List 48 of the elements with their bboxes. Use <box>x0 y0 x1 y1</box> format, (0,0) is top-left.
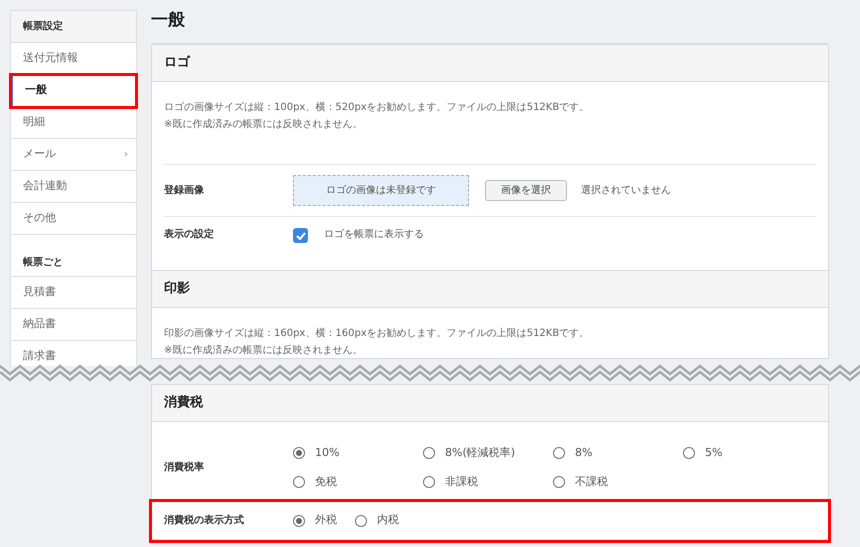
radio-label: 非課税 <box>445 474 478 490</box>
field-label: 登録画像 <box>164 184 205 198</box>
radio-label: 10% <box>315 445 340 461</box>
sidebar-item[interactable]: 納品書 <box>11 309 136 341</box>
description-text: ロゴの画像サイズは縦：100px、横：520pxをお勧めします。ファイルの上限は512KBです。 <box>164 100 590 115</box>
radio-button[interactable] <box>423 476 435 488</box>
radio-label: 外税 <box>315 512 337 528</box>
description-text: ※既に作成済みの帳票には反映されません。 <box>164 344 364 358</box>
sidebar-item[interactable]: 明細 <box>11 107 136 139</box>
checkmark-icon <box>296 232 306 240</box>
radio-button[interactable] <box>553 447 565 460</box>
radio-label: 8% <box>575 445 592 461</box>
page-title: 一般 <box>151 9 186 31</box>
section-header: ロゴ <box>152 44 828 82</box>
field-label: 表示の設定 <box>164 228 215 242</box>
section-header: 印影 <box>152 270 828 308</box>
sidebar-item[interactable]: その他 <box>11 203 136 235</box>
sidebar-item[interactable]: 一般 <box>11 75 136 107</box>
field-label: 消費税率 <box>164 460 205 475</box>
radio-label: 5% <box>705 445 722 461</box>
radio-label: 8%(軽減税率) <box>445 445 516 461</box>
radio-button[interactable] <box>293 514 305 526</box>
radio-label: 不課税 <box>575 474 608 490</box>
radio-button[interactable] <box>355 514 367 526</box>
radio-label: 免税 <box>315 474 337 490</box>
section-header: 消費税 <box>152 384 828 422</box>
radio-button[interactable] <box>293 447 305 460</box>
image-dropzone[interactable]: ロゴの画像は未登録です <box>293 175 469 206</box>
sidebar-heading: 帳票ごと <box>11 235 136 277</box>
radio-button[interactable] <box>293 476 305 488</box>
checkbox[interactable] <box>293 228 308 243</box>
sidebar-item[interactable]: メール › <box>11 139 136 171</box>
checkbox-label: ロゴを帳票に表示する <box>324 228 424 242</box>
radio-label: 内税 <box>377 512 399 528</box>
chevron-right-icon: › <box>124 147 128 162</box>
sidebar-heading: 帳票設定 <box>11 11 136 43</box>
file-status-text: 選択されていません <box>581 184 671 198</box>
sidebar-item[interactable]: 請求書 <box>11 341 136 366</box>
sidebar-item[interactable]: 見積書 <box>11 277 136 309</box>
field-label: 消費税の表示方式 <box>164 513 245 528</box>
select-image-button[interactable]: 画像を選択 <box>485 180 567 201</box>
sidebar-item[interactable]: 会計連動 <box>11 171 136 203</box>
description-text: 印影の画像サイズは縦：160px、横：160pxをお勧めします。ファイルの上限は512KBです。 <box>164 326 590 341</box>
radio-button[interactable] <box>553 476 565 488</box>
radio-button[interactable] <box>423 447 435 460</box>
sidebar-item[interactable]: 送付元情報 <box>11 43 136 75</box>
radio-button[interactable] <box>683 447 695 460</box>
description-text: ※既に作成済みの帳票には反映されません。 <box>164 118 364 132</box>
